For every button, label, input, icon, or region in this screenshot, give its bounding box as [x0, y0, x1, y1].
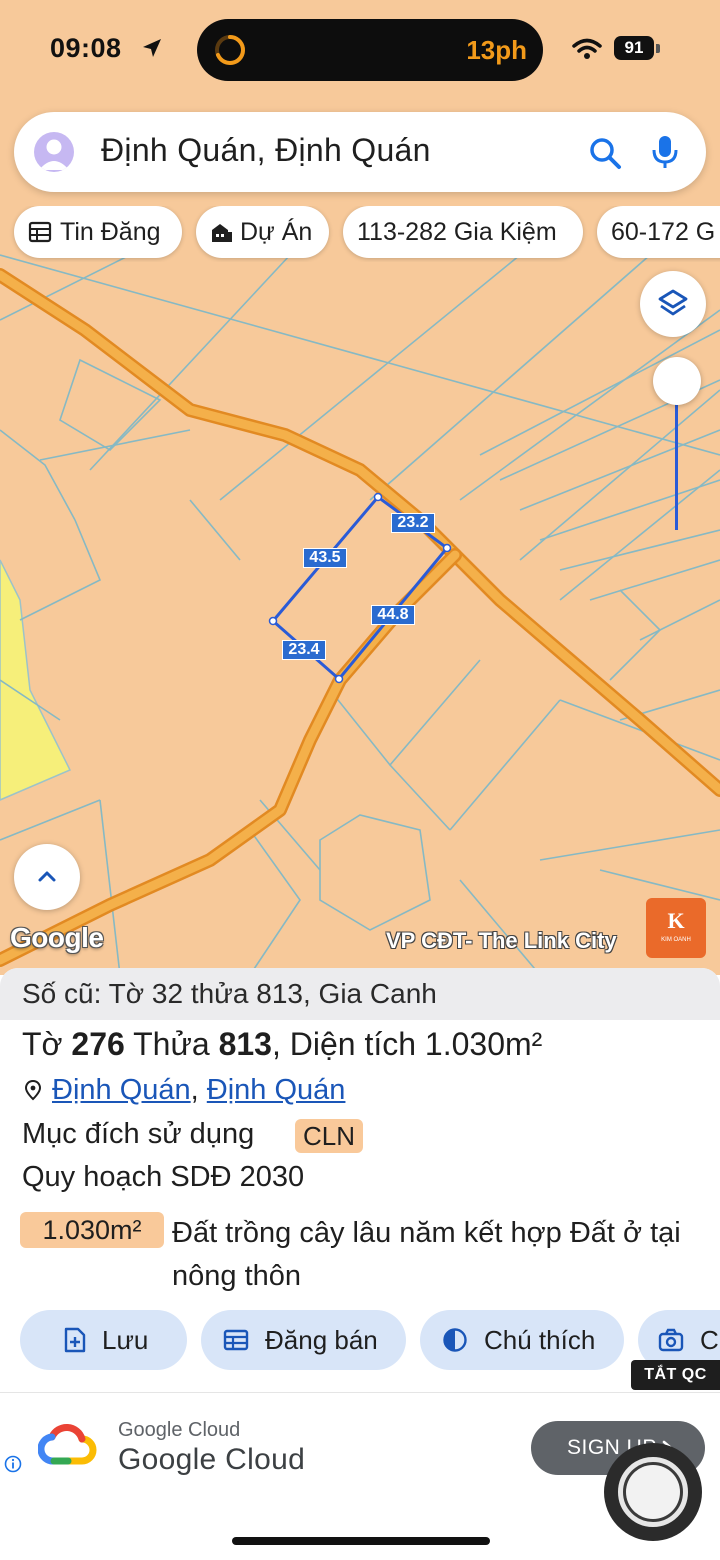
wifi-icon — [572, 38, 602, 59]
opacity-slider-track[interactable] — [675, 404, 678, 530]
chip-label: 60-172 G — [611, 218, 716, 246]
planning-label: Quy hoạch SDĐ 2030 — [22, 1161, 305, 1193]
listings-icon — [28, 221, 52, 243]
measure-label-bottom-left: 23.4 — [282, 640, 326, 660]
camera-icon — [658, 1328, 684, 1352]
address-separator: , — [190, 1074, 199, 1106]
measure-label-top-left: 43.5 — [303, 548, 347, 568]
status-time: 09:08 — [50, 33, 122, 63]
usage-purpose-label: Mục đích sử dụng — [22, 1118, 255, 1150]
dynamic-island[interactable]: 13ph — [197, 19, 543, 81]
address-district-link[interactable]: Định Quán — [52, 1074, 191, 1106]
post-for-sale-button[interactable]: Đăng bán — [201, 1310, 406, 1370]
home-indicator[interactable] — [232, 1537, 490, 1545]
chip-projects[interactable]: Dự Án — [196, 206, 329, 258]
layers-icon — [658, 289, 688, 316]
legend-button-label: Chú thích — [484, 1325, 596, 1355]
ad-advertiser: Google Cloud — [118, 1419, 241, 1441]
area-label: Diện tích — [289, 1026, 417, 1062]
search-icon[interactable] — [588, 136, 622, 170]
parcel-number: 813 — [218, 1026, 272, 1062]
map-parcel-lines — [0, 254, 720, 975]
assistive-touch-dot — [626, 1465, 680, 1519]
filter-chip-row: Tin Đăng Dự Án 113-282 Gia Kiệm 60-172 G — [0, 206, 720, 262]
map-credit-text: VP CĐT- The Link City — [386, 928, 617, 953]
chip-price-more[interactable]: 60-172 G — [597, 206, 720, 258]
google-logo: Google — [10, 922, 104, 953]
chip-price-gia-kiem[interactable]: 113-282 Gia Kiệm — [343, 206, 583, 258]
chip-label: Tin Đăng — [60, 218, 161, 246]
planning-description: Đất trồng cây lâu năm kết hợp Đất ở tại … — [172, 1217, 681, 1292]
location-arrow-icon — [143, 39, 161, 57]
battery-tip — [656, 44, 660, 53]
sheet-header: Số cũ: Tờ 32 thửa 813, Gia Canh — [0, 968, 720, 1020]
map-view[interactable]: 23.2 43.5 44.8 23.4 09:08 13ph 91 Định Q… — [0, 0, 720, 975]
chip-label: 113-282 Gia Kiệm — [357, 218, 557, 246]
turn-off-ads-button[interactable]: TẮT QC — [631, 1360, 720, 1390]
expand-up-button[interactable] — [14, 844, 80, 910]
battery-indicator: 91 — [614, 36, 654, 60]
measure-label-top-right: 23.2 — [391, 513, 435, 533]
parcel-label: Thửa — [133, 1026, 210, 1062]
user-avatar-icon — [39, 139, 69, 170]
brand-badge-logo[interactable]: K KIM OANH — [646, 898, 706, 958]
timer-ring-icon — [215, 35, 245, 65]
search-bar[interactable]: Định Quán, Định Quán — [14, 112, 706, 192]
assistive-touch-button[interactable] — [604, 1443, 702, 1541]
old-reference-text: Số cũ: Tờ 32 thửa 813, Gia Canh — [22, 978, 437, 1009]
sheet-number: 276 — [71, 1026, 125, 1062]
location-pin-icon — [24, 1079, 42, 1101]
legend-button[interactable]: Chú thích — [420, 1310, 624, 1370]
microphone-icon[interactable] — [650, 134, 680, 170]
opacity-slider-handle[interactable] — [653, 357, 701, 405]
ad-info-icon[interactable] — [4, 1455, 22, 1473]
save-button[interactable]: Lưu — [20, 1310, 187, 1370]
post-for-sale-label: Đăng bán — [265, 1325, 378, 1355]
parcel-title: Tờ 276 Thửa 813, Diện tích 1.030m² — [22, 1026, 543, 1062]
ad-title: Google Cloud — [118, 1443, 306, 1476]
map-area-residential — [0, 559, 72, 801]
area-value: 1.030m² — [424, 1026, 543, 1062]
island-timer-text: 13ph — [466, 35, 527, 65]
address-town-link[interactable]: Định Quán — [207, 1074, 346, 1106]
chip-listings[interactable]: Tin Đăng — [14, 206, 182, 258]
avatar[interactable] — [34, 132, 74, 172]
parcel-address: Định Quán, Định Quán — [22, 1074, 345, 1107]
planning-area-badge: 1.030m² — [20, 1212, 164, 1248]
chevron-up-icon — [38, 871, 56, 882]
listing-table-icon — [223, 1329, 249, 1351]
save-button-label: Lưu — [102, 1325, 149, 1355]
contrast-icon — [443, 1328, 467, 1352]
building-icon — [212, 224, 232, 242]
chip-label: Dự Án — [240, 218, 313, 246]
measure-label-bottom-right: 44.8 — [371, 605, 415, 625]
search-input[interactable]: Định Quán, Định Quán — [101, 132, 431, 169]
usage-code-badge: CLN — [295, 1119, 364, 1153]
brand-badge-letter: K — [667, 908, 685, 933]
brand-badge-subtext: KIM OANH — [661, 937, 691, 943]
layers-button[interactable] — [640, 271, 706, 337]
map-roads — [0, 268, 720, 967]
google-cloud-logo-icon — [38, 1424, 97, 1465]
save-file-icon — [64, 1327, 86, 1353]
action-button-row: Lưu Đăng bán Chú thích C — [0, 1310, 720, 1372]
sheet-label: Tờ — [22, 1026, 63, 1062]
